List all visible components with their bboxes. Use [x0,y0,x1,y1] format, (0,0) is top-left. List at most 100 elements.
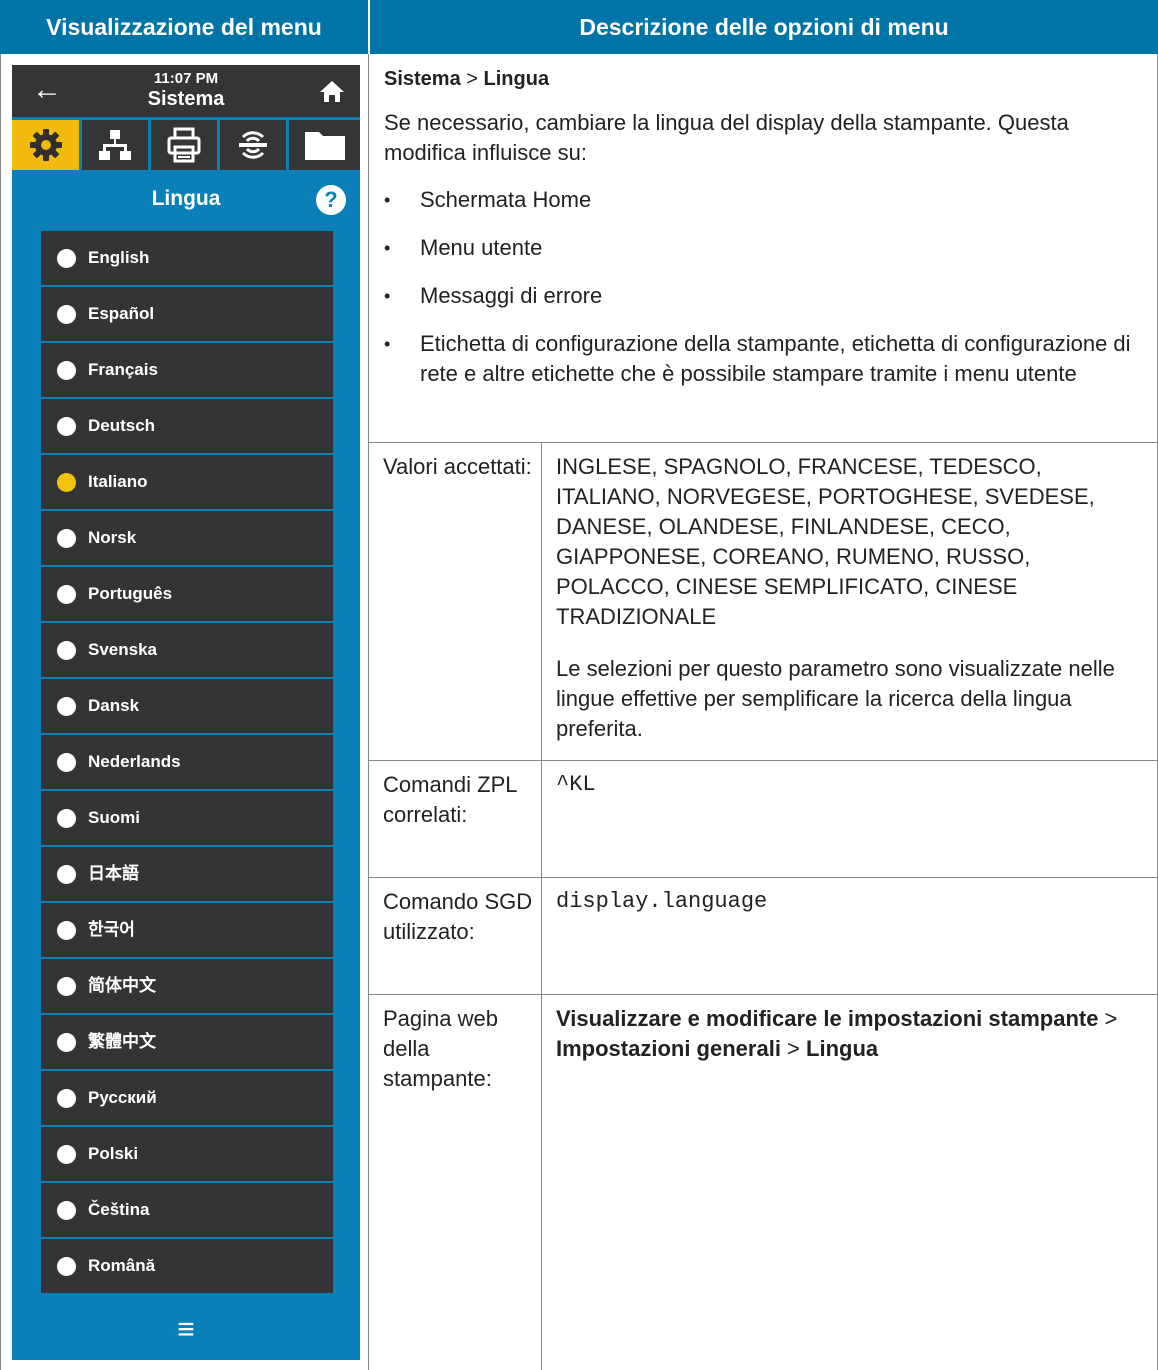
language-option[interactable]: Dansk [41,679,333,733]
accepted-values-label: Valori accettati: [383,454,532,479]
radio-unselected-icon [57,1033,76,1052]
row-divider [368,442,1158,443]
language-option[interactable]: Français [41,343,333,397]
path-separator: > [460,68,484,90]
language-option-label: Suomi [88,808,140,827]
language-option[interactable]: English [41,231,333,285]
language-option[interactable]: 日本語 [41,847,333,901]
tab-settings[interactable] [12,120,79,170]
gear-icon [29,129,62,161]
sgd-command-value: display.language [556,889,768,914]
language-option[interactable]: 简体中文 [41,959,333,1013]
radio-unselected-icon [57,1145,76,1164]
language-option-label: 繁體中文 [88,1032,156,1051]
language-option[interactable]: Español [41,287,333,341]
language-option[interactable]: Suomi [41,791,333,845]
list-item: Messaggi di errore [384,281,1144,311]
clock: 11:07 PM [153,70,219,87]
language-option-label: Русский [88,1088,157,1107]
accepted-values-note: Le selezioni per questo parametro sono v… [556,656,1115,741]
column-divider [368,54,369,1370]
row-divider [368,877,1158,878]
language-option-label: 한국어 [88,920,135,939]
radio-unselected-icon [57,361,76,380]
radio-unselected-icon [57,753,76,772]
connectivity-icon [239,131,267,159]
printer-icon [167,127,201,163]
inner-column-divider [541,442,542,1370]
language-option[interactable]: Svenska [41,623,333,677]
table-border-left [0,54,1,1370]
language-option-label: Dansk [88,696,140,715]
path-separator: > [780,1036,807,1061]
home-icon[interactable] [318,79,346,103]
language-option-label: Español [88,304,155,323]
header-menu-display: Visualizzazione del menu [0,0,368,54]
language-option[interactable]: Italiano [41,455,333,509]
help-icon[interactable]: ? [316,185,346,215]
list-item: Menu utente [384,233,1144,263]
language-option-label: Deutsch [88,416,156,435]
web-page-path: Visualizzare e modificare le impostazion… [556,1004,1146,1064]
radio-selected-icon [57,473,76,492]
affected-items-list: Schermata Home Menu utente Messaggi di e… [384,185,1144,389]
folder-icon [304,132,345,160]
language-option-label: 简体中文 [88,976,156,995]
language-option-label: 日本語 [88,864,139,883]
language-option-label: Italiano [88,472,148,491]
language-option[interactable]: Русский [41,1071,333,1125]
language-option-label: Português [88,584,173,603]
language-list: English Español Français Deutsch Italiano Nor… [41,231,333,1295]
radio-unselected-icon [57,921,76,940]
radio-unselected-icon [57,977,76,996]
path-separator: > [1098,1006,1118,1031]
language-option[interactable]: Português [41,567,333,621]
language-option[interactable]: 한국어 [41,903,333,957]
language-option[interactable]: Nederlands [41,735,333,789]
category-tabs [12,120,360,170]
accepted-values: INGLESE, SPAGNOLO, FRANCESE, TEDESCO, IT… [556,454,1095,629]
radio-unselected-icon [57,1089,76,1108]
radio-unselected-icon [57,641,76,660]
radio-unselected-icon [57,809,76,828]
radio-unselected-icon [57,1201,76,1220]
printer-display: ← 11:07 PM Sistema Lingua ? English Espa… [12,65,360,1360]
web-path-general-settings: Impostazioni generali [556,1036,781,1061]
radio-unselected-icon [57,305,76,324]
radio-unselected-icon [57,585,76,604]
language-option-label: Français [88,360,158,379]
language-option-label: Svenska [88,640,157,659]
web-page-label: Pagina web della stampante: [383,1006,498,1091]
sgd-command-label: Comando SGD utilizzato: [383,889,533,944]
language-option-label: Nederlands [88,752,181,771]
language-option[interactable]: Deutsch [41,399,333,453]
language-option-label: Română [88,1256,156,1275]
tab-storage[interactable] [289,120,360,170]
radio-unselected-icon [57,529,76,548]
table-header: Visualizzazione del menu Descrizione del… [0,0,1158,54]
radio-unselected-icon [57,865,76,884]
path-system: Sistema [384,68,461,90]
language-option[interactable]: Română [41,1239,333,1293]
radio-unselected-icon [57,697,76,716]
web-path-view-settings: Visualizzare e modificare le impostazion… [556,1006,1099,1031]
language-option[interactable]: 繁體中文 [41,1015,333,1069]
language-option-label: English [88,248,150,267]
list-item: Etichetta di configurazione della stampa… [384,329,1144,389]
tab-network[interactable] [82,120,148,170]
header-menu-description: Descrizione delle opzioni di menu [368,0,1158,54]
hamburger-menu-icon[interactable]: ≡ [12,1315,360,1345]
language-option[interactable]: Polski [41,1127,333,1181]
path-language: Lingua [483,68,550,90]
web-path-language: Lingua [806,1036,879,1061]
menu-path: Sistema > Lingua [384,64,1144,94]
radio-unselected-icon [57,249,76,268]
row-divider [368,760,1158,761]
language-option-label: Čeština [88,1200,150,1219]
tab-print[interactable] [151,120,217,170]
network-icon [99,130,131,160]
language-option[interactable]: Čeština [41,1183,333,1237]
display-top-bar: ← 11:07 PM Sistema [12,65,360,117]
language-option[interactable]: Norsk [41,511,333,565]
tab-connectivity[interactable] [220,120,286,170]
